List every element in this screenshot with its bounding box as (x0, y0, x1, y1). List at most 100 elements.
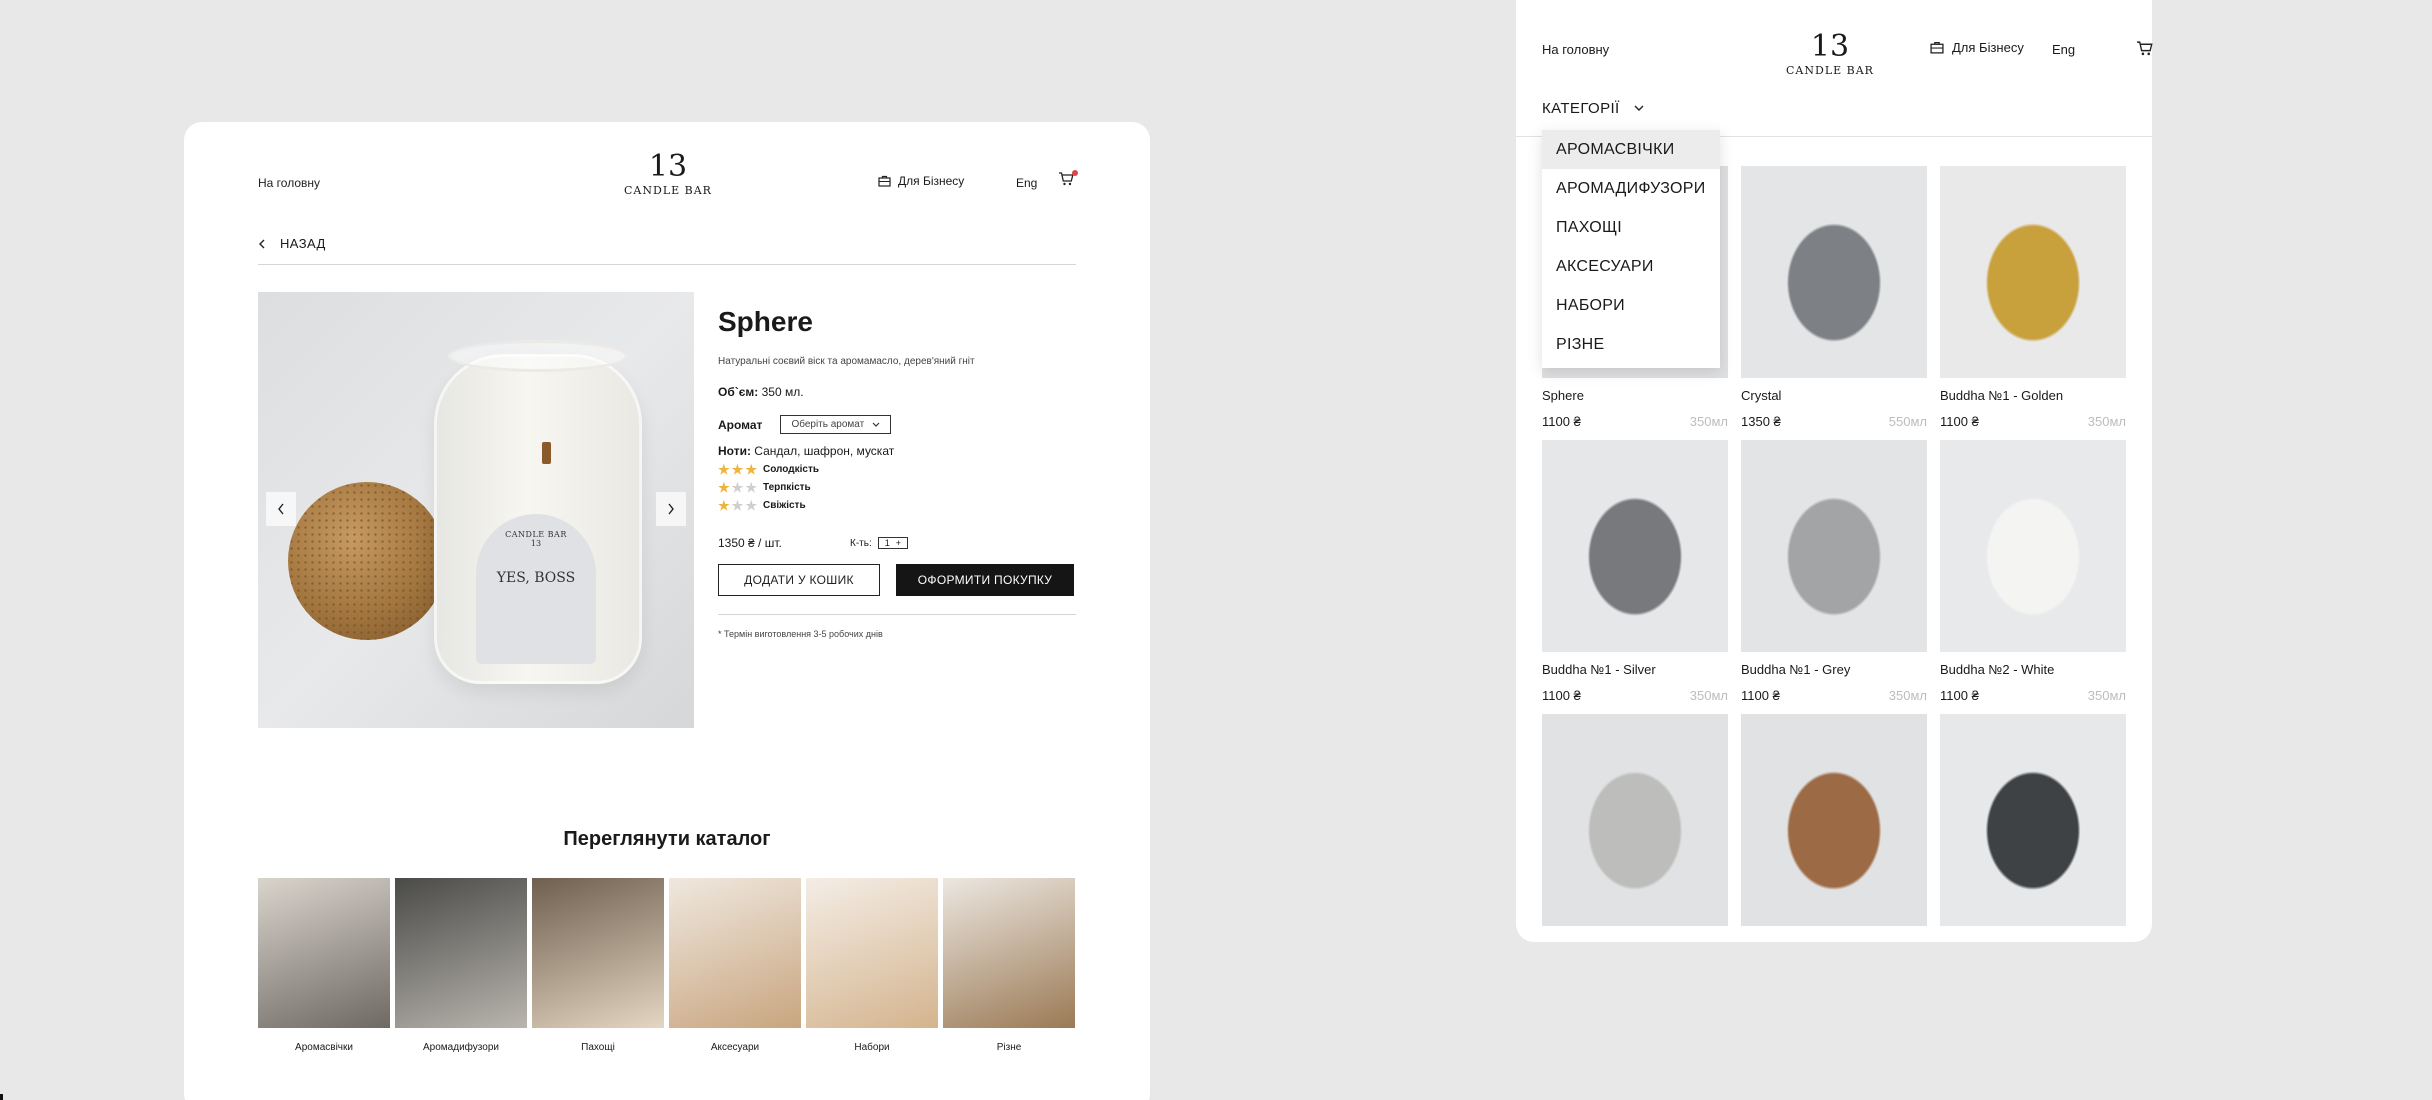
briefcase-icon (1930, 42, 1944, 54)
product-image[interactable] (1940, 166, 2126, 378)
product-volume: Об`єм: 350 мл. (718, 385, 1076, 399)
quantity-value: 1 (884, 538, 890, 548)
product-image[interactable] (1542, 714, 1728, 926)
gallery-next-button[interactable] (656, 492, 686, 526)
product-volume: 550мл (1888, 414, 1927, 429)
catalog-item-label[interactable]: Аромадифузори (395, 1042, 527, 1053)
catalog-item-image[interactable] (395, 878, 527, 1028)
star-icon: ★ (745, 480, 757, 495)
dropdown-item[interactable]: АРОМАСВІЧКИ (1542, 130, 1720, 169)
cart-indicator (1072, 170, 1078, 176)
language-switch[interactable]: Eng (1016, 176, 1037, 190)
cart-button[interactable] (1058, 170, 1078, 189)
catalog-item-label[interactable]: Аромасвічки (258, 1042, 390, 1053)
logo[interactable]: 13 CANDLE BAR (1780, 29, 1880, 78)
product-card[interactable] (1741, 714, 1927, 988)
add-to-cart-button[interactable]: ДОДАТИ У КОШИК (718, 564, 880, 596)
product-description: Натуральні соєвий віск та аромамасло, де… (718, 356, 975, 367)
product-name[interactable]: Buddha №1 - Grey (1741, 662, 1927, 678)
logo[interactable]: 13 CANDLE BAR (618, 149, 718, 198)
product-image[interactable] (1741, 440, 1927, 652)
product-name[interactable] (1542, 936, 1728, 952)
catalog-item[interactable]: Набори (806, 878, 938, 1053)
product-name[interactable]: Buddha №1 - Silver (1542, 662, 1728, 678)
categories-toggle[interactable]: КАТЕГОРІЇ (1542, 100, 1644, 117)
product-volume: 350мл (2087, 688, 2126, 703)
volume-value: 350 мл. (761, 385, 804, 399)
aroma-select-value: Оберіть аромат (791, 419, 865, 430)
product-image[interactable] (1542, 440, 1728, 652)
catalog-item[interactable]: Аромасвічки (258, 878, 390, 1053)
logo-number: 13 (648, 149, 688, 184)
catalog-item[interactable]: Аромадифузори (395, 878, 527, 1053)
rating-stars: ★ ★ ★ (718, 481, 757, 494)
dropdown-item[interactable]: АРОМАДИФУЗОРИ (1542, 169, 1720, 208)
product-name[interactable]: Sphere (1542, 388, 1728, 404)
rating-row: ★ ★ ★ Терпкість (718, 481, 1076, 494)
product-name[interactable] (1741, 936, 1927, 952)
business-label: Для Бізнесу (1952, 40, 2024, 55)
chevron-left-icon (259, 239, 265, 248)
logo-number: 13 (1810, 29, 1850, 64)
product-card[interactable]: Buddha №1 - Golden 1100 ₴ 350мл (1940, 166, 2126, 440)
quantity-stepper[interactable]: 1 + (877, 537, 909, 549)
catalog-item-image[interactable] (806, 878, 938, 1028)
product-card[interactable]: Buddha №1 - Grey 1100 ₴ 350мл (1741, 440, 1927, 714)
catalog-item-image[interactable] (943, 878, 1075, 1028)
cart-button[interactable] (2136, 40, 2154, 58)
catalog-item-image[interactable] (532, 878, 664, 1028)
product-image[interactable] (1741, 166, 1927, 378)
category-page-header: На головну 13 CANDLE BAR Для Бізнесу Eng (1542, 0, 2153, 80)
product-volume: 350мл (1888, 688, 1927, 703)
catalog-item[interactable]: Різне (943, 878, 1075, 1053)
aroma-select[interactable]: Оберіть аромат (780, 415, 892, 434)
product-title: Sphere (718, 306, 813, 337)
product-card[interactable] (1940, 714, 2126, 988)
product-image[interactable] (1940, 440, 2126, 652)
back-button[interactable]: НАЗАД (258, 236, 326, 251)
product-card[interactable]: Buddha №1 - Silver 1100 ₴ 350мл (1542, 440, 1728, 714)
product-meta (1542, 962, 1728, 988)
checkout-button[interactable]: ОФОРМИТИ ПОКУПКУ (896, 564, 1074, 596)
product-card[interactable]: Crystal 1350 ₴ 550мл (1741, 166, 1927, 440)
product-name[interactable]: Buddha №2 - White (1940, 662, 2126, 678)
quantity-plus-button[interactable]: + (896, 538, 901, 548)
catalog-item-label[interactable]: Набори (806, 1042, 938, 1053)
product-name[interactable]: Crystal (1741, 388, 1927, 404)
business-link[interactable]: Для Бізнесу (1930, 40, 2024, 55)
dropdown-item[interactable]: АКСЕСУАРИ (1542, 247, 1720, 286)
catalog-item-label[interactable]: Аксесуари (669, 1042, 801, 1053)
product-image[interactable] (1741, 714, 1927, 926)
product-name[interactable] (1940, 936, 2126, 952)
gallery-prev-button[interactable] (266, 492, 296, 526)
business-label: Для Бізнесу (898, 174, 965, 188)
product-volume: 350мл (1689, 414, 1728, 429)
dropdown-item[interactable]: НАБОРИ (1542, 286, 1720, 325)
home-link[interactable]: На головну (258, 176, 320, 190)
categories-label: КАТЕГОРІЇ (1542, 100, 1620, 117)
language-switch[interactable]: Eng (2052, 42, 2075, 57)
product-photo: CANDLE BAR 13 YES, BOSS (258, 292, 694, 728)
catalog-item-image[interactable] (669, 878, 801, 1028)
catalog-item[interactable]: Аксесуари (669, 878, 801, 1053)
star-icon: ★ (731, 462, 744, 477)
catalog-item[interactable]: Пахощі (532, 878, 664, 1053)
product-card[interactable]: Buddha №2 - White 1100 ₴ 350мл (1940, 440, 2126, 714)
notes-label: Ноти: (718, 444, 751, 458)
rating-row: ★ ★ ★ Свіжість (718, 499, 1076, 512)
catalog-item-image[interactable] (258, 878, 390, 1028)
product-image[interactable] (1940, 714, 2126, 926)
product-name[interactable]: Buddha №1 - Golden (1940, 388, 2126, 404)
volume-label: Об`єм: (718, 385, 759, 399)
business-link[interactable]: Для Бізнесу (878, 174, 964, 188)
home-link[interactable]: На головну (1542, 42, 1609, 57)
star-icon: ★ (731, 498, 744, 513)
dropdown-item[interactable]: РІЗНЕ (1542, 325, 1720, 364)
quantity-label: К-ть: (850, 537, 872, 549)
catalog-item-label[interactable]: Різне (943, 1042, 1075, 1053)
catalog-item-label[interactable]: Пахощі (532, 1042, 664, 1053)
product-price: 1350 ₴ (1741, 414, 1781, 429)
dropdown-item[interactable]: ПАХОЩІ (1542, 208, 1720, 247)
rating-stars: ★ ★ ★ (718, 463, 757, 476)
product-card[interactable] (1542, 714, 1728, 988)
